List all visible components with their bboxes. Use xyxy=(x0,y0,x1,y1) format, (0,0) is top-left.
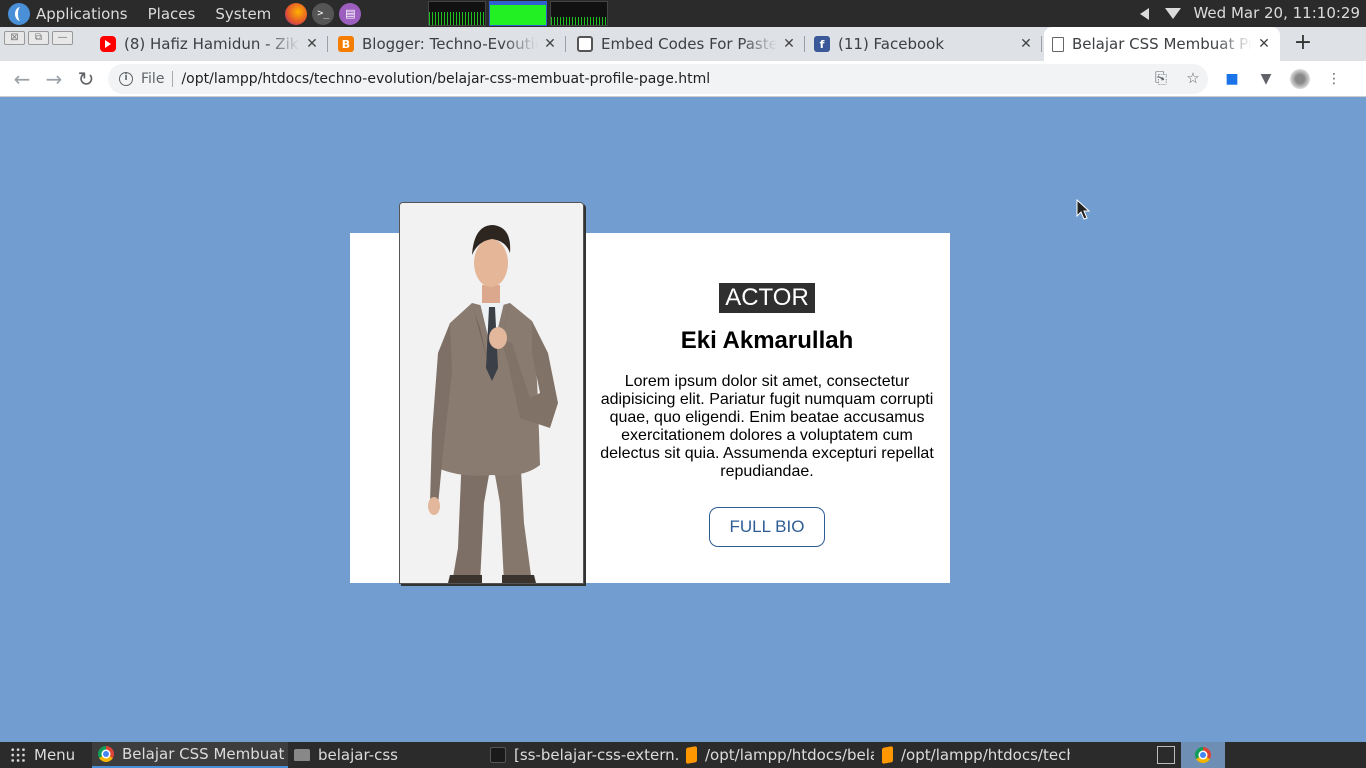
extension-icons: ■ ▼ ⋮ xyxy=(1222,69,1344,89)
scheme-label: File xyxy=(141,71,165,87)
tab-title: Belajar CSS Membuat Pro xyxy=(1072,35,1252,53)
address-bar[interactable]: i File /opt/lampp/htdocs/techno-evolutio… xyxy=(108,64,1208,94)
system-top-panel: Applications Places System >_ ▤ Wed Mar … xyxy=(0,0,1366,27)
notes-launcher-icon[interactable]: ▤ xyxy=(339,2,362,25)
tab-close-icon[interactable]: ✕ xyxy=(781,36,797,52)
vue-devtools-icon[interactable]: ▼ xyxy=(1256,69,1276,89)
sublime-icon xyxy=(882,746,893,764)
taskbar-item-label: /opt/lampp/htdocs/bela... xyxy=(705,746,874,764)
taskbar-item-label: [ss-belajar-css-extern... xyxy=(514,746,678,764)
taskbar-item-chrome[interactable]: Belajar CSS Membuat ... xyxy=(92,742,288,768)
app-grid-icon xyxy=(10,747,26,763)
document-icon xyxy=(1052,36,1064,52)
profile-bio: Lorem ipsum dolor sit amet, consectetur … xyxy=(600,373,934,480)
bottom-taskbar: Menu Belajar CSS Membuat ... belajar-css… xyxy=(0,742,1366,768)
applications-menu[interactable]: Applications xyxy=(36,5,128,23)
mouse-cursor-icon xyxy=(1076,199,1090,220)
info-icon[interactable]: i xyxy=(119,72,133,86)
tab-blogger[interactable]: B Blogger: Techno-Evoution ✕ xyxy=(330,27,566,61)
tab-youtube[interactable]: (8) Hafiz Hamidun - Zikir T ✕ xyxy=(92,27,328,61)
window-minimize-button[interactable]: — xyxy=(52,31,73,45)
start-menu-button[interactable]: Menu xyxy=(0,742,88,768)
page-viewport: ACTOR Eki Akmarullah Lorem ipsum dolor s… xyxy=(0,97,1366,742)
wifi-icon[interactable] xyxy=(1165,0,1181,27)
tab-embed-codes[interactable]: Embed Codes For Paste ID ✕ xyxy=(569,27,805,61)
profile-card-body: ACTOR Eki Akmarullah Lorem ipsum dolor s… xyxy=(600,283,934,547)
taskbar-item-folder[interactable]: belajar-css xyxy=(288,742,480,768)
memory-monitor-graph xyxy=(489,1,547,26)
tab-close-icon[interactable]: ✕ xyxy=(542,36,558,52)
window-maximize-button[interactable]: ⧉ xyxy=(28,31,49,45)
omnibox-divider xyxy=(172,71,174,87)
tray-chrome-icon[interactable] xyxy=(1181,742,1225,768)
facebook-icon: f xyxy=(814,36,830,52)
back-button[interactable]: ← xyxy=(6,63,38,95)
terminal-icon xyxy=(490,747,506,763)
translate-icon[interactable]: ⎘ xyxy=(1152,69,1170,87)
terminal-launcher-icon[interactable]: >_ xyxy=(312,2,335,25)
tab-title: (8) Hafiz Hamidun - Zikir T xyxy=(124,35,300,53)
taskbar-item-label: Belajar CSS Membuat ... xyxy=(122,745,288,763)
profile-name: Eki Akmarullah xyxy=(680,327,854,354)
tab-title: Blogger: Techno-Evoution xyxy=(362,35,538,53)
sublime-icon xyxy=(686,746,697,764)
tab-belajar-css[interactable]: Belajar CSS Membuat Pro ✕ xyxy=(1044,27,1280,61)
tab-title: (11) Facebook xyxy=(838,35,945,53)
window-controls: ⊠ ⧉ — xyxy=(4,31,73,45)
panel-clock[interactable]: Wed Mar 20, 11:10:29 xyxy=(1193,0,1360,27)
browser-menu-icon[interactable]: ⋮ xyxy=(1324,69,1344,89)
tab-close-icon[interactable]: ✕ xyxy=(1256,36,1272,52)
taskbar-item-terminal[interactable]: [ss-belajar-css-extern... xyxy=(484,742,678,768)
profile-avatar-icon[interactable] xyxy=(1290,69,1310,89)
folder-icon xyxy=(294,749,310,761)
taskbar-item-sublime-1[interactable]: /opt/lampp/htdocs/bela... xyxy=(680,742,874,768)
profile-photo xyxy=(399,202,584,584)
system-menu[interactable]: System xyxy=(215,5,271,23)
youtube-icon xyxy=(100,36,116,52)
forward-button[interactable]: → xyxy=(38,63,70,95)
volume-icon[interactable] xyxy=(1140,0,1149,27)
taskbar-item-label: belajar-css xyxy=(318,746,398,764)
cpu-monitor-graph xyxy=(428,1,486,26)
chrome-icon xyxy=(98,746,114,762)
tab-close-icon[interactable]: ✕ xyxy=(304,36,320,52)
man-in-suit-illustration xyxy=(400,203,583,583)
taskbar-item-sublime-2[interactable]: /opt/lampp/htdocs/tech... xyxy=(876,742,1070,768)
url-text[interactable]: /opt/lampp/htdocs/techno-evolution/belaj… xyxy=(181,71,710,87)
network-monitor-graph xyxy=(550,1,608,26)
chrome-icon xyxy=(1195,747,1211,763)
bookmark-star-icon[interactable]: ☆ xyxy=(1184,69,1202,87)
os-logo-icon[interactable] xyxy=(8,2,30,25)
tab-close-icon[interactable]: ✕ xyxy=(1018,36,1034,52)
blogger-icon: B xyxy=(338,36,354,52)
firefox-launcher-icon[interactable] xyxy=(285,2,308,25)
workspace-switcher-icon[interactable] xyxy=(1157,746,1175,764)
tab-title: Embed Codes For Paste ID xyxy=(601,35,777,53)
tab-facebook[interactable]: f (11) Facebook ✕ xyxy=(806,27,1042,61)
window-close-button[interactable]: ⊠ xyxy=(4,31,25,45)
browser-tab-strip: ⊠ ⧉ — (8) Hafiz Hamidun - Zikir T ✕ B Bl… xyxy=(0,27,1366,61)
embed-icon xyxy=(577,36,593,52)
system-monitor-applet[interactable] xyxy=(428,1,608,26)
role-badge: ACTOR xyxy=(719,283,815,313)
full-bio-button[interactable]: FULL BIO xyxy=(708,507,826,547)
extension-icon[interactable]: ■ xyxy=(1222,69,1242,89)
places-menu[interactable]: Places xyxy=(148,5,196,23)
browser-toolbar: ← → ↻ i File /opt/lampp/htdocs/techno-ev… xyxy=(0,61,1366,97)
reload-button[interactable]: ↻ xyxy=(70,63,102,95)
taskbar-item-label: /opt/lampp/htdocs/tech... xyxy=(901,746,1070,764)
menu-label: Menu xyxy=(34,746,76,764)
new-tab-button[interactable]: + xyxy=(1292,31,1314,57)
profile-card: ACTOR Eki Akmarullah Lorem ipsum dolor s… xyxy=(350,202,950,584)
